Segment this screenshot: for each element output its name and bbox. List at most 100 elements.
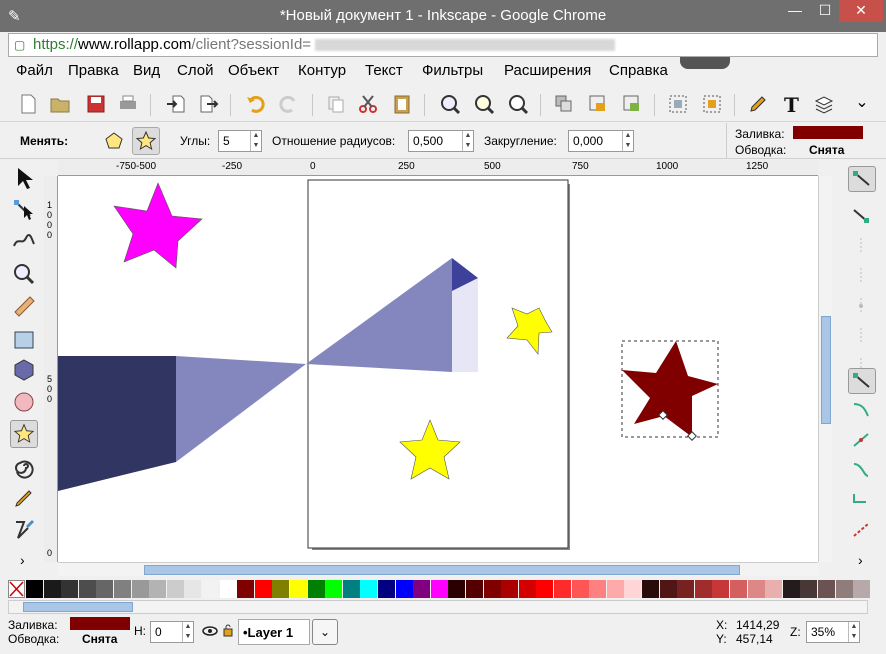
fill-swatch[interactable] [793, 126, 863, 139]
color-swatch[interactable] [131, 580, 149, 598]
color-swatch[interactable] [483, 580, 501, 598]
rollapp-menu-handle[interactable] [680, 57, 730, 69]
layer-visibility-icon[interactable] [202, 624, 218, 638]
color-swatch[interactable] [677, 580, 695, 598]
maximize-button[interactable]: ☐ [812, 0, 838, 22]
spin-arrows-icon[interactable]: ▲ ▼ [462, 131, 473, 151]
color-swatch[interactable] [395, 580, 413, 598]
text-icon[interactable]: T [780, 92, 804, 116]
spin-arrows-icon[interactable]: ▲ ▼ [622, 131, 633, 151]
unlock-object-icon[interactable] [620, 92, 644, 116]
color-swatch[interactable] [835, 580, 853, 598]
horizontal-scrollbar[interactable] [58, 562, 818, 576]
snap-more-icon[interactable]: › [858, 552, 863, 568]
color-swatch[interactable] [378, 580, 395, 598]
color-swatch[interactable] [96, 580, 114, 598]
snap-intersections-button[interactable] [848, 428, 876, 454]
snap-midpoints-button[interactable] [848, 294, 876, 320]
color-swatch[interactable] [765, 580, 783, 598]
zoom-selection-icon[interactable] [438, 92, 462, 116]
color-swatch[interactable] [430, 580, 448, 598]
color-swatch[interactable] [43, 580, 61, 598]
fill-stroke-icon[interactable] [746, 92, 770, 116]
status-stroke-value[interactable]: Снята [82, 632, 117, 646]
scroll-thumb[interactable] [23, 602, 133, 612]
scroll-thumb[interactable] [821, 316, 831, 424]
tweak-tool-icon[interactable] [10, 226, 38, 254]
color-swatch[interactable] [589, 580, 607, 598]
menu-text[interactable]: Текст [365, 62, 403, 79]
zoom-drawing-icon[interactable] [472, 92, 496, 116]
cut-icon[interactable] [356, 92, 380, 116]
color-swatch[interactable] [149, 580, 167, 598]
color-swatch[interactable] [730, 580, 747, 598]
color-swatch[interactable] [448, 580, 466, 598]
zoom-tool-icon[interactable] [10, 260, 38, 288]
snap-smooth-button[interactable] [848, 488, 876, 514]
scroll-thumb[interactable] [144, 565, 740, 575]
duplicate-icon[interactable] [324, 92, 348, 116]
export-icon[interactable] [196, 92, 220, 116]
color-swatch[interactable] [413, 580, 431, 598]
menu-edit[interactable]: Правка [68, 62, 119, 79]
snap-bbox-edges-button[interactable] [848, 234, 876, 260]
corners-input[interactable]: 5 ▲ ▼ [218, 130, 262, 152]
spin-arrows-icon[interactable]: ▲ ▼ [182, 622, 193, 642]
pencil-tool-icon[interactable] [10, 484, 38, 512]
color-swatch[interactable] [782, 580, 800, 598]
redo-icon[interactable] [276, 92, 300, 116]
color-swatch[interactable] [272, 580, 290, 598]
snap-cusp-button[interactable] [848, 458, 876, 484]
layers-icon[interactable] [812, 92, 836, 116]
snap-paths-button[interactable] [848, 398, 876, 424]
color-swatch[interactable] [694, 580, 712, 598]
calligraphy-tool-icon[interactable] [10, 516, 38, 544]
color-swatch[interactable] [254, 580, 272, 598]
layer-lock-icon[interactable] [222, 623, 234, 637]
no-paint-swatch-icon[interactable] [8, 580, 25, 598]
color-swatch[interactable] [166, 580, 184, 598]
color-swatch[interactable] [184, 580, 202, 598]
save-icon[interactable] [84, 92, 108, 116]
color-swatch[interactable] [325, 580, 343, 598]
color-swatch[interactable] [571, 580, 589, 598]
snap-bbox-button[interactable] [848, 204, 876, 230]
ratio-input[interactable]: 0,500 ▲ ▼ [408, 130, 474, 152]
color-swatch[interactable] [78, 580, 96, 598]
color-swatch[interactable] [536, 580, 554, 598]
color-swatch[interactable] [853, 580, 871, 598]
fill-stroke-indicator[interactable]: Заливка: Обводка: Снята [726, 123, 886, 159]
spin-arrows-icon[interactable]: ▲ ▼ [848, 622, 859, 642]
undo-icon[interactable] [244, 92, 268, 116]
transform-icon[interactable] [700, 92, 724, 116]
stroke-value[interactable]: Снята [809, 143, 844, 157]
polygon-mode-button[interactable] [100, 127, 128, 155]
color-swatch[interactable] [202, 580, 219, 598]
rectangle-tool-icon[interactable] [10, 326, 38, 354]
ellipse-tool-icon[interactable] [10, 388, 38, 416]
opacity-input[interactable]: 0 ▲ ▼ [150, 621, 194, 643]
rounding-input[interactable]: 0,000 ▲ ▼ [568, 130, 634, 152]
color-swatch[interactable] [800, 580, 818, 598]
color-swatch[interactable] [342, 580, 360, 598]
color-swatch[interactable] [114, 580, 131, 598]
lock-object-icon[interactable] [586, 92, 610, 116]
color-swatch[interactable] [237, 580, 255, 598]
node-tool-icon[interactable] [10, 196, 38, 224]
color-swatch[interactable] [747, 580, 765, 598]
toolbar-more-button[interactable]: ⌄ [850, 92, 874, 116]
color-swatch[interactable] [290, 580, 307, 598]
toolbox-more-icon[interactable]: › [20, 552, 25, 568]
3d-box-tool-icon[interactable] [10, 356, 38, 384]
color-swatch[interactable] [554, 580, 571, 598]
group-icon[interactable] [552, 92, 576, 116]
color-swatch[interactable] [712, 580, 730, 598]
color-swatch[interactable] [307, 580, 325, 598]
layer-dropdown-button[interactable]: ⌄ [312, 619, 338, 645]
snap-toggle-button[interactable] [848, 166, 876, 192]
palette-scrollbar[interactable] [8, 600, 868, 614]
menu-extensions[interactable]: Расширения [504, 62, 591, 79]
color-swatch[interactable] [501, 580, 519, 598]
menu-layer[interactable]: Слой [177, 62, 213, 79]
spiral-tool-icon[interactable] [10, 452, 38, 480]
